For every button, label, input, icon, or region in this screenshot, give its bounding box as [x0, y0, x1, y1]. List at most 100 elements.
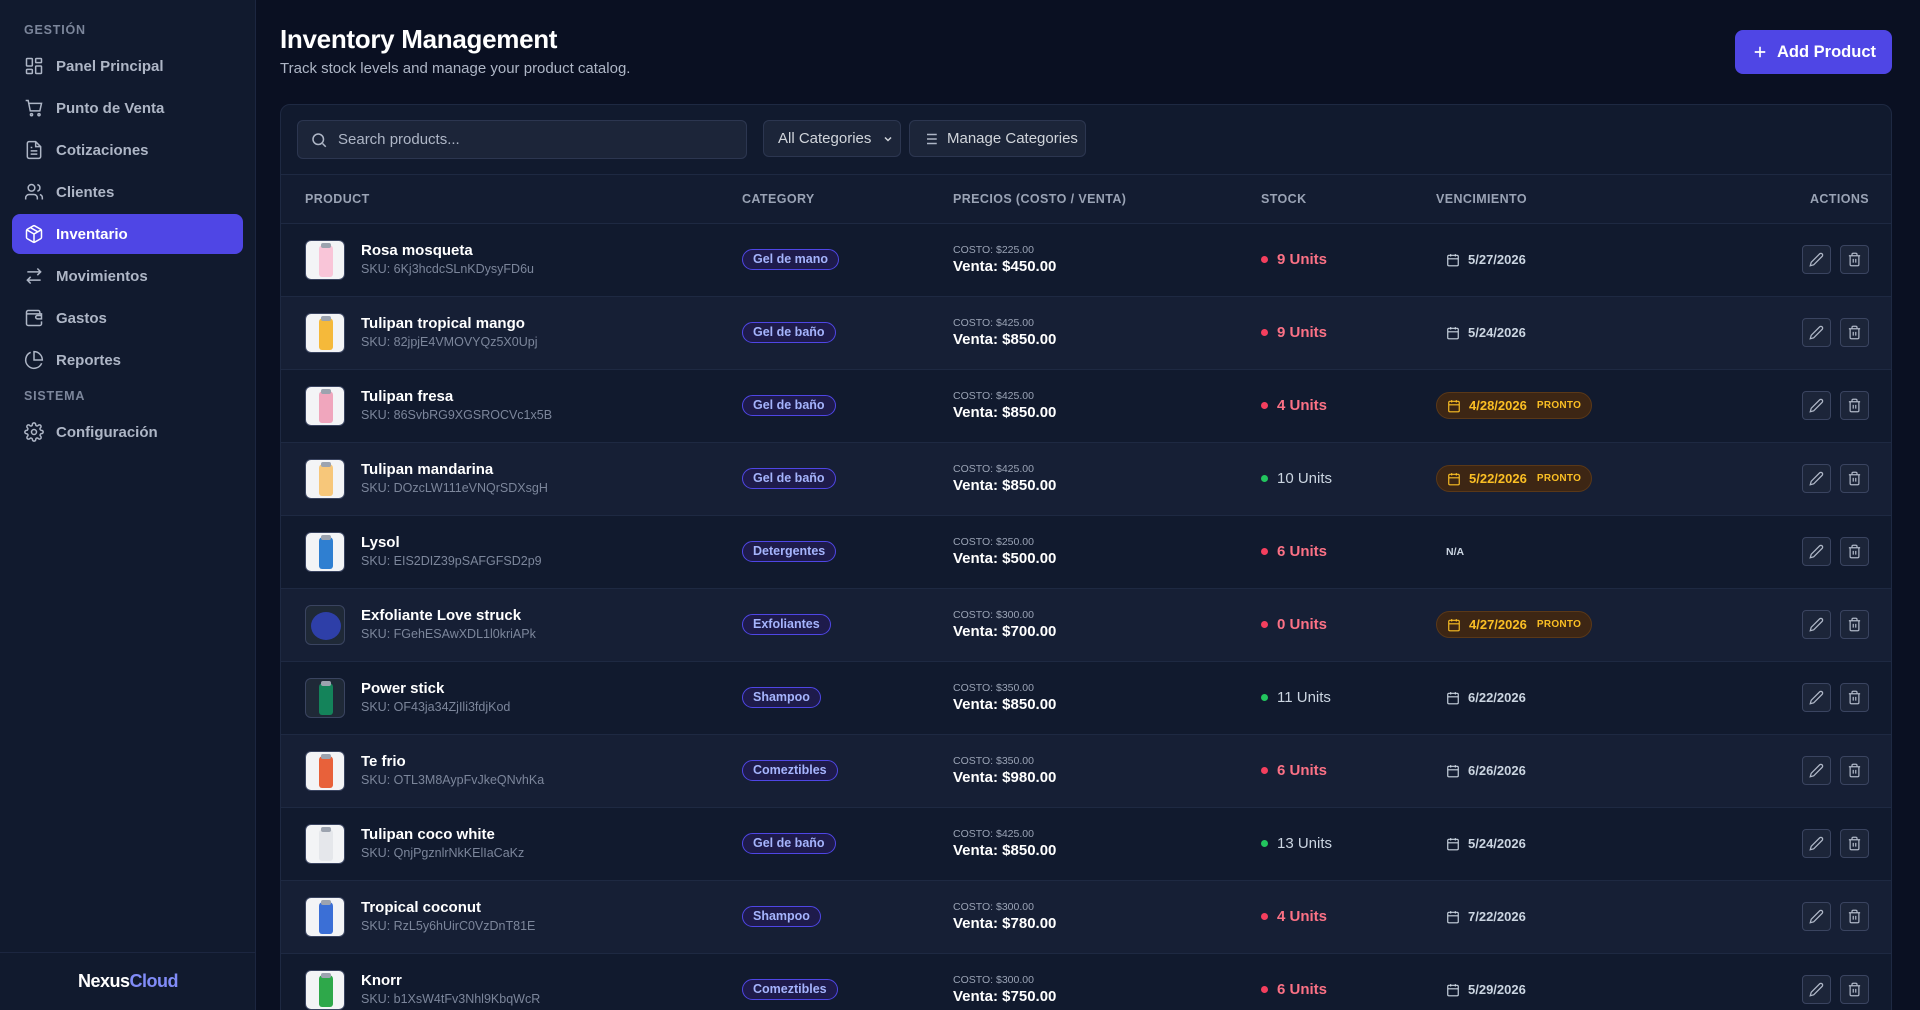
- pencil-icon: [1809, 836, 1824, 851]
- stock-value: 6 Units: [1277, 543, 1328, 560]
- col-header-category[interactable]: CATEGORY: [742, 175, 953, 224]
- box-icon: [25, 224, 43, 244]
- stock-value: 9 Units: [1277, 324, 1328, 341]
- edit-button[interactable]: [1802, 245, 1831, 274]
- table-row: Tulipan mandarina SKU: DOzcLW111eVNQrSDX…: [281, 442, 1891, 515]
- edit-button[interactable]: [1802, 829, 1831, 858]
- category-filter-select[interactable]: All Categories: [763, 120, 901, 157]
- actions-cell: [1664, 734, 1891, 807]
- delete-button[interactable]: [1840, 537, 1869, 566]
- sidebar-item-reportes[interactable]: Reportes: [12, 340, 243, 380]
- category-badge: Exfoliantes: [742, 614, 831, 635]
- expiry-value: 5/24/2026: [1468, 325, 1526, 340]
- expiry-date: 5/29/2026: [1436, 976, 1536, 1003]
- sidebar-item-panel-principal[interactable]: Panel Principal: [12, 46, 243, 86]
- sale-price: Venta: $780.00: [953, 914, 1057, 932]
- product-name: Te frio: [361, 752, 406, 770]
- delete-button[interactable]: [1840, 245, 1869, 274]
- delete-button[interactable]: [1840, 975, 1869, 1004]
- product-thumbnail: [305, 677, 345, 718]
- edit-button[interactable]: [1802, 610, 1831, 639]
- stock-value: 6 Units: [1277, 981, 1328, 998]
- category-badge: Shampoo: [742, 906, 821, 927]
- page-title: Inventory Management: [280, 24, 558, 54]
- delete-button[interactable]: [1840, 610, 1869, 639]
- edit-button[interactable]: [1802, 902, 1831, 931]
- expiry-value: 6/22/2026: [1468, 690, 1526, 705]
- col-header-product[interactable]: PRODUCT: [281, 175, 742, 224]
- stock-status-dot: [1261, 329, 1268, 336]
- delete-button[interactable]: [1840, 902, 1869, 931]
- sidebar-item-inventario[interactable]: Inventario: [12, 214, 243, 254]
- sale-price: Venta: $750.00: [953, 987, 1057, 1005]
- edit-button[interactable]: [1802, 756, 1831, 785]
- stock-status-dot: [1261, 694, 1268, 701]
- category-badge: Comeztibles: [742, 979, 838, 1000]
- search-input[interactable]: [338, 131, 728, 148]
- pencil-icon: [1809, 690, 1824, 705]
- table-row: Tulipan tropical mango SKU: 82jpjE4VMOVY…: [281, 296, 1891, 369]
- delete-button[interactable]: [1840, 318, 1869, 347]
- sidebar-item-gastos[interactable]: Gastos: [12, 298, 243, 338]
- stock-cell: 6 Units: [1261, 734, 1436, 807]
- trash-icon: [1848, 763, 1861, 778]
- delete-button[interactable]: [1840, 464, 1869, 493]
- sidebar-item-cotizaciones[interactable]: Cotizaciones: [12, 130, 243, 170]
- actions-cell: [1664, 515, 1891, 588]
- main-content: Inventory Management Track stock levels …: [256, 0, 1920, 1010]
- col-header-stock[interactable]: STOCK: [1261, 175, 1436, 224]
- search-icon: [312, 132, 327, 147]
- actions-cell: [1664, 807, 1891, 880]
- table-row: Rosa mosqueta SKU: 6Kj3hcdcSLnKDysyFD6u …: [281, 223, 1891, 296]
- cost-price: COSTO: $425.00: [953, 827, 1034, 840]
- delete-button[interactable]: [1840, 391, 1869, 420]
- calendar-icon: [1447, 253, 1459, 266]
- sidebar-item-label: Clientes: [56, 183, 115, 201]
- sale-price: Venta: $700.00: [953, 622, 1057, 640]
- expiry-cell: 5/22/2026 PRONTO: [1436, 442, 1664, 515]
- price-cell: COSTO: $225.00 Venta: $450.00: [953, 223, 1261, 296]
- sidebar-item-punto-de-venta[interactable]: Punto de Venta: [12, 88, 243, 128]
- edit-button[interactable]: [1802, 537, 1831, 566]
- product-sku: SKU: RzL5y6hUirC0VzDnT81E: [361, 918, 536, 933]
- trash-icon: [1848, 398, 1861, 413]
- edit-button[interactable]: [1802, 683, 1831, 712]
- edit-button[interactable]: [1802, 464, 1831, 493]
- product-cell: Lysol SKU: EIS2DIZ39pSAFGFSD2p9: [281, 515, 742, 588]
- col-header-expiry[interactable]: VENCIMIENTO: [1436, 175, 1664, 224]
- trash-icon: [1848, 617, 1861, 632]
- col-header-prices[interactable]: PRECIOS (COSTO / VENTA): [953, 175, 1261, 224]
- edit-button[interactable]: [1802, 391, 1831, 420]
- expiry-cell: 5/27/2026: [1436, 223, 1664, 296]
- edit-button[interactable]: [1802, 318, 1831, 347]
- sidebar-item-configuracion[interactable]: Configuración: [12, 412, 243, 452]
- delete-button[interactable]: [1840, 683, 1869, 712]
- sidebar: GESTIÓN Panel Principal Punto de Venta C…: [0, 0, 256, 1010]
- manage-categories-button[interactable]: Manage Categories: [909, 120, 1086, 157]
- expiry-date: 5/24/2026: [1436, 830, 1536, 857]
- trash-icon: [1848, 909, 1861, 924]
- sidebar-item-movimientos[interactable]: Movimientos: [12, 256, 243, 296]
- price-cell: COSTO: $350.00 Venta: $980.00: [953, 734, 1261, 807]
- add-product-button[interactable]: Add Product: [1735, 30, 1892, 74]
- price-cell: COSTO: $300.00 Venta: $700.00: [953, 588, 1261, 661]
- table-row: Power stick SKU: OF43ja34ZjIli3fdjKod Sh…: [281, 661, 1891, 734]
- stock-indicator: 6 Units: [1261, 981, 1436, 998]
- calendar-icon: [1447, 764, 1459, 777]
- expiry-cell: 6/26/2026: [1436, 734, 1664, 807]
- product-name: Tulipan coco white: [361, 825, 495, 843]
- edit-button[interactable]: [1802, 975, 1831, 1004]
- stock-value: 9 Units: [1277, 251, 1328, 268]
- stock-indicator: 10 Units: [1261, 470, 1436, 487]
- calendar-icon: [1448, 472, 1460, 485]
- delete-button[interactable]: [1840, 756, 1869, 785]
- product-cell: Power stick SKU: OF43ja34ZjIli3fdjKod: [281, 661, 742, 734]
- expiry-value: 5/29/2026: [1468, 982, 1526, 997]
- delete-button[interactable]: [1840, 829, 1869, 858]
- stock-value: 4 Units: [1277, 397, 1328, 414]
- cost-price: COSTO: $300.00: [953, 608, 1034, 621]
- cost-price: COSTO: $425.00: [953, 462, 1034, 475]
- sidebar-item-clientes[interactable]: Clientes: [12, 172, 243, 212]
- arrows-icon: [26, 267, 42, 285]
- users-icon: [24, 183, 44, 200]
